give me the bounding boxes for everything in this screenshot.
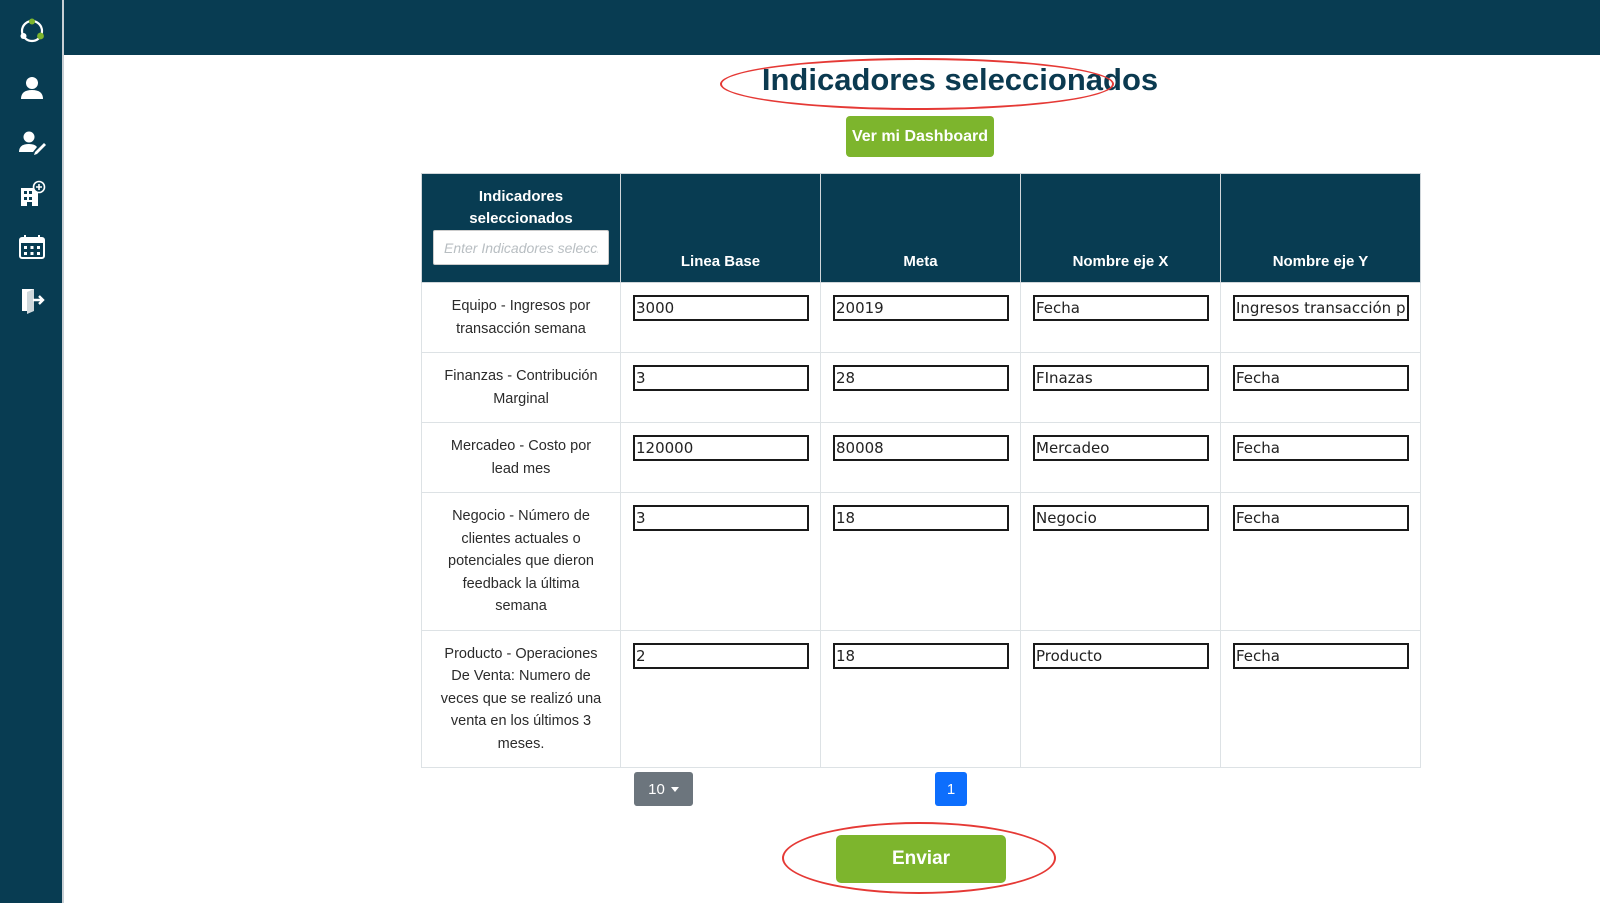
building-add-icon[interactable] (14, 176, 50, 212)
eje-y-input[interactable] (1233, 365, 1409, 391)
meta-input[interactable] (833, 642, 1009, 669)
header-indicadores: Indicadores seleccionados (421, 173, 621, 283)
page-size-value: 10 (648, 780, 665, 798)
eje-y-input[interactable] (1233, 435, 1409, 461)
submit-button[interactable]: Enviar (836, 835, 1006, 883)
cell-eje-x (1020, 629, 1221, 768)
eje-y-input[interactable] (1233, 295, 1409, 321)
indicator-filter-input[interactable] (433, 230, 609, 265)
table-row: Equipo - Ingresos por transacción semana (421, 282, 1421, 353)
cell-eje-x (1020, 422, 1221, 493)
linea-base-input[interactable] (633, 295, 809, 321)
linea-base-input[interactable] (633, 435, 809, 461)
cell-eje-x (1020, 282, 1221, 353)
cell-linea-base (620, 492, 821, 631)
logout-icon[interactable] (14, 282, 50, 318)
page-size-dropdown[interactable]: 10 (634, 772, 693, 806)
header-nombre-eje-y[interactable]: Nombre eje Y (1220, 173, 1421, 283)
table-header-row: Indicadores seleccionados Linea Base Met… (421, 173, 1421, 283)
eje-x-input[interactable] (1033, 435, 1209, 461)
cell-eje-y (1220, 352, 1421, 423)
indicator-name: Finanzas - Contribución Marginal (421, 352, 621, 423)
header-nombre-eje-x[interactable]: Nombre eje X (1020, 173, 1221, 283)
pagination-page-button[interactable]: 1 (935, 772, 967, 806)
cell-eje-x (1020, 492, 1221, 631)
cell-linea-base (620, 352, 821, 423)
header-linea-base[interactable]: Linea Base (620, 173, 821, 283)
dashboard-button[interactable]: Ver mi Dashboard (846, 116, 994, 157)
cell-eje-y (1220, 422, 1421, 493)
calendar-icon[interactable] (14, 229, 50, 265)
eje-y-input[interactable] (1233, 505, 1409, 531)
cell-eje-y (1220, 629, 1421, 768)
sidebar (0, 0, 64, 903)
indicators-table: Indicadores seleccionados Linea Base Met… (421, 173, 1421, 768)
cell-meta (820, 422, 1021, 493)
meta-input[interactable] (833, 365, 1009, 391)
table-row: Producto - Operaciones De Venta: Numero … (421, 629, 1421, 768)
header-indicadores-label: Indicadores seleccionados (469, 188, 573, 227)
meta-input[interactable] (833, 435, 1009, 461)
table-row: Finanzas - Contribución Marginal (421, 352, 1421, 423)
cell-linea-base (620, 282, 821, 353)
user-edit-icon[interactable] (14, 124, 50, 160)
cell-linea-base (620, 629, 821, 768)
cell-meta (820, 282, 1021, 353)
user-icon[interactable] (14, 70, 50, 106)
cell-linea-base (620, 422, 821, 493)
app-logo-icon[interactable] (14, 13, 50, 49)
cell-meta (820, 492, 1021, 631)
cell-eje-y (1220, 492, 1421, 631)
meta-input[interactable] (833, 505, 1009, 531)
cell-meta (820, 629, 1021, 768)
page-title: Indicadores seleccionados (761, 62, 1159, 97)
eje-x-input[interactable] (1033, 295, 1209, 321)
indicator-name: Producto - Operaciones De Venta: Numero … (421, 629, 621, 768)
cell-meta (820, 352, 1021, 423)
caret-down-icon (670, 786, 679, 792)
indicator-name: Negocio - Número de clientes actuales o … (421, 492, 621, 631)
linea-base-input[interactable] (633, 505, 809, 531)
table-row: Negocio - Número de clientes actuales o … (421, 492, 1421, 631)
table-row: Mercadeo - Costo por lead mes (421, 422, 1421, 493)
header-meta[interactable]: Meta (820, 173, 1021, 283)
cell-eje-x (1020, 352, 1221, 423)
eje-x-input[interactable] (1033, 505, 1209, 531)
linea-base-input[interactable] (633, 642, 809, 669)
linea-base-input[interactable] (633, 365, 809, 391)
indicator-name: Mercadeo - Costo por lead mes (421, 422, 621, 493)
top-navbar (0, 0, 1600, 55)
cell-eje-y (1220, 282, 1421, 353)
eje-x-input[interactable] (1033, 365, 1209, 391)
meta-input[interactable] (833, 295, 1009, 321)
indicator-name: Equipo - Ingresos por transacción semana (421, 282, 621, 353)
eje-y-input[interactable] (1233, 642, 1409, 669)
eje-x-input[interactable] (1033, 642, 1209, 669)
